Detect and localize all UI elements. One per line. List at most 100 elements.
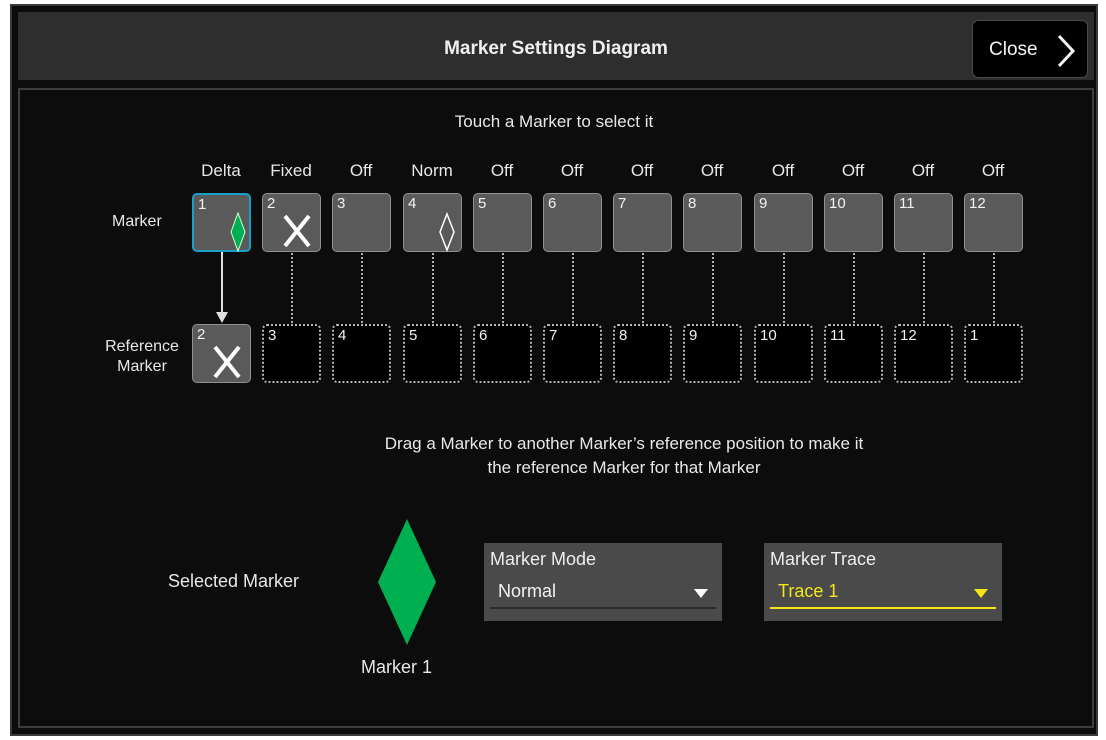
hollow-diamond-icon — [439, 211, 455, 253]
marker-number: 9 — [759, 195, 768, 212]
green-diamond-icon — [378, 519, 436, 645]
close-button[interactable]: Close — [972, 20, 1088, 78]
close-button-label: Close — [989, 39, 1038, 60]
reference-marker-number: 1 — [970, 327, 979, 344]
reference-marker-7-slot[interactable]: 8 — [613, 324, 672, 383]
marker-trace-dropdown[interactable]: Marker Trace Trace 1 — [764, 543, 1002, 621]
reference-marker-number: 5 — [409, 327, 418, 344]
reference-link-line — [783, 253, 785, 323]
marker-trace-underline — [770, 607, 996, 609]
marker-7-button[interactable]: 7 — [613, 193, 672, 252]
marker-12-button[interactable]: 12 — [964, 193, 1023, 252]
marker-11-button[interactable]: 11 — [894, 193, 953, 252]
marker-state-label: Off — [911, 161, 935, 180]
reference-marker-number: 4 — [338, 327, 347, 344]
reference-marker-number: 3 — [268, 327, 277, 344]
drag-hint-line1: Drag a Marker to another Marker’s refere… — [384, 434, 864, 453]
marker-number: 6 — [548, 195, 557, 212]
x-icon — [213, 345, 241, 379]
drag-hint-line2: the reference Marker for that Marker — [487, 458, 761, 477]
marker-2-button[interactable]: 2 — [262, 193, 321, 252]
reference-marker-6-slot[interactable]: 7 — [543, 324, 602, 383]
selected-marker-label: Selected Marker — [168, 571, 300, 591]
reference-arrow — [216, 252, 228, 323]
marker-state-label: Off — [771, 161, 795, 180]
marker-state-label: Off — [560, 161, 584, 180]
reference-link-line — [923, 253, 925, 323]
diagram-area — [18, 88, 1094, 728]
marker-10-button[interactable]: 10 — [824, 193, 883, 252]
reference-link-line — [502, 253, 504, 323]
x-icon — [283, 214, 311, 248]
reference-marker-2-slot[interactable]: 3 — [262, 324, 321, 383]
marker-3-button[interactable]: 3 — [332, 193, 391, 252]
reference-marker-number: 11 — [830, 327, 846, 344]
dropdown-arrow-icon — [974, 589, 988, 598]
marker-number: 12 — [969, 195, 986, 212]
reference-marker-number: 7 — [549, 327, 558, 344]
touch-hint: Touch a Marker to select it — [454, 112, 654, 131]
marker-number: 11 — [899, 195, 915, 212]
marker-state-label: Off — [349, 161, 373, 180]
chevron-right-icon — [1057, 34, 1076, 68]
marker-trace-label: Marker Trace — [770, 549, 877, 569]
dialog-title: Marker Settings Diagram — [444, 38, 668, 59]
reference-link-line — [361, 253, 363, 323]
reference-marker-number: 6 — [479, 327, 488, 344]
reference-marker-10-slot[interactable]: 11 — [824, 324, 883, 383]
marker-state-label: Norm — [411, 161, 453, 180]
marker-1-button[interactable]: 1 — [192, 193, 251, 253]
marker-number: 8 — [688, 195, 697, 212]
reference-link-line — [642, 253, 644, 323]
reference-marker-8-slot[interactable]: 9 — [683, 324, 742, 383]
reference-link-line — [712, 253, 714, 323]
reference-link-line — [432, 253, 434, 323]
selected-marker-name: Marker 1 — [361, 657, 433, 677]
reference-link-line — [853, 253, 855, 323]
marker-state-label: Off — [841, 161, 865, 180]
reference-marker-number: 10 — [760, 327, 777, 344]
marker-number: 3 — [337, 195, 346, 212]
marker-state-label: Delta — [201, 161, 241, 180]
reference-marker-number: 12 — [900, 327, 917, 344]
marker-state-label: Off — [490, 161, 514, 180]
reference-marker-11-slot[interactable]: 12 — [894, 324, 953, 383]
drag-hint: Drag a Marker to another Marker’s refere… — [12, 432, 1106, 480]
marker-row-label: Marker — [112, 213, 162, 230]
marker-mode-underline — [490, 607, 716, 609]
marker-mode-label: Marker Mode — [490, 549, 597, 569]
reference-link-line — [572, 253, 574, 323]
marker-mode-dropdown[interactable]: Marker Mode Normal — [484, 543, 722, 621]
marker-5-button[interactable]: 5 — [473, 193, 532, 252]
reference-marker-row-label: Reference Marker — [92, 337, 192, 377]
reference-link-line — [993, 253, 995, 323]
reference-marker-number: 8 — [619, 327, 628, 344]
reference-marker-number: 9 — [689, 327, 698, 344]
reference-marker-9-slot[interactable]: 10 — [754, 324, 813, 383]
marker-8-button[interactable]: 8 — [683, 193, 742, 252]
reference-link-line — [291, 253, 293, 323]
marker-mode-value: Normal — [498, 581, 557, 601]
marker-4-button[interactable]: 4 — [403, 193, 462, 253]
marker-trace-value: Trace 1 — [778, 581, 839, 601]
dropdown-arrow-icon — [694, 589, 708, 598]
reference-marker-4-slot[interactable]: 5 — [403, 324, 462, 383]
marker-state-label: Fixed — [270, 161, 312, 180]
reference-label-line2: Marker — [117, 358, 167, 375]
marker-number: 10 — [829, 195, 846, 212]
marker-settings-dialog: Marker Settings Diagram Close Touch a Ma… — [10, 4, 1098, 736]
reference-marker-5-slot[interactable]: 6 — [473, 324, 532, 383]
green-diamond-icon — [230, 211, 246, 253]
marker-state-label: Off — [700, 161, 724, 180]
marker-9-button[interactable]: 9 — [754, 193, 813, 252]
reference-marker-12-slot[interactable]: 1 — [964, 324, 1023, 383]
reference-marker-1-slot[interactable]: 2 — [192, 324, 251, 383]
marker-6-button[interactable]: 6 — [543, 193, 602, 252]
marker-number: 7 — [618, 195, 627, 212]
marker-number: 5 — [478, 195, 487, 212]
marker-state-label: Off — [630, 161, 654, 180]
title-bar: Marker Settings Diagram Close — [18, 12, 1094, 80]
reference-marker-3-slot[interactable]: 4 — [332, 324, 391, 383]
reference-label-line1: Reference — [105, 338, 179, 355]
marker-state-label: Off — [981, 161, 1005, 180]
